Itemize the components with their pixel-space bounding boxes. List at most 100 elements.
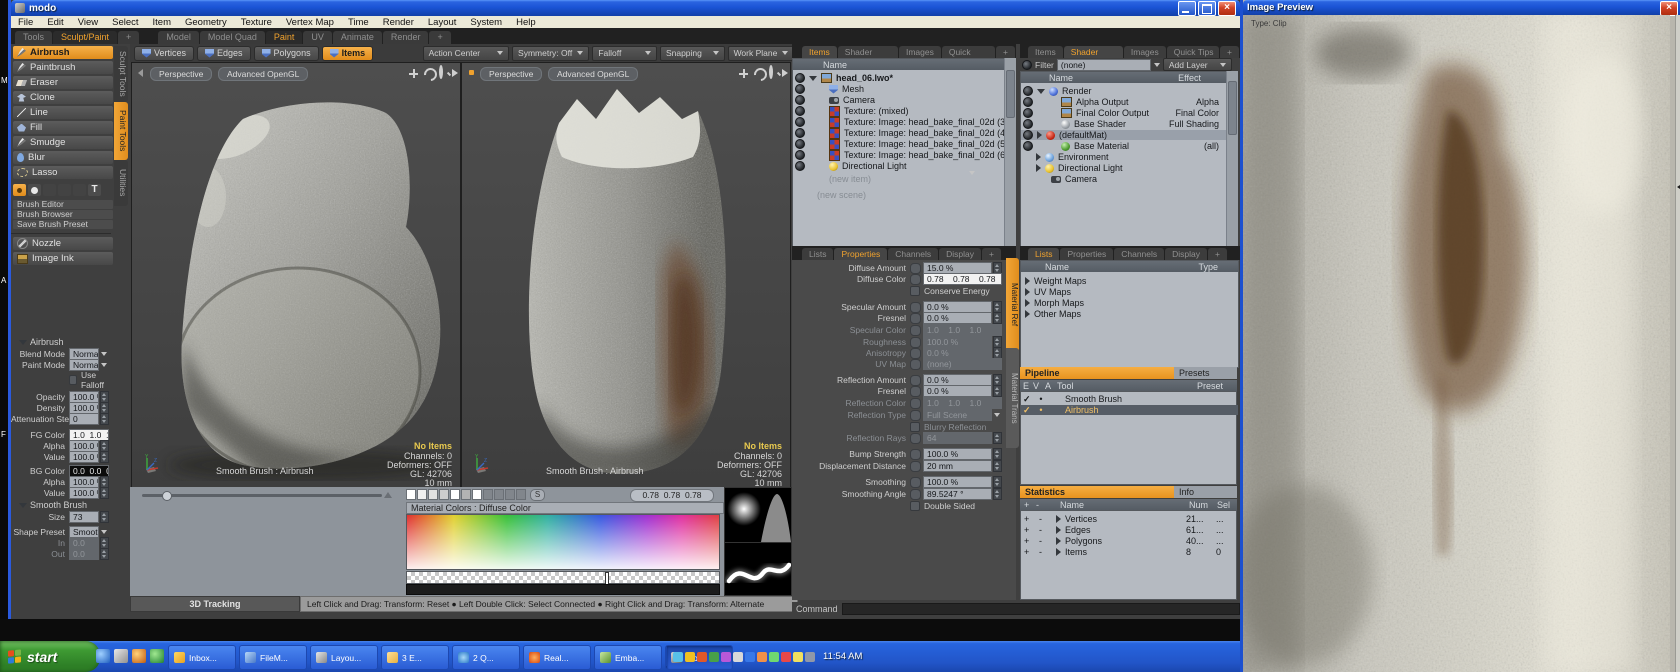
brush-browser-link[interactable]: Brush Browser xyxy=(13,210,113,219)
remove-from-selection[interactable]: - xyxy=(1039,514,1052,524)
smoothing-angle-field[interactable]: 89.5247 ° xyxy=(923,488,992,500)
visibility-eye-icon[interactable] xyxy=(1022,60,1032,70)
tab-add-panel[interactable]: + xyxy=(1208,248,1227,260)
brush-tip-soft[interactable] xyxy=(13,184,26,196)
channel-button[interactable] xyxy=(910,489,921,500)
brush-tip-star[interactable] xyxy=(58,184,71,196)
visibility-eye-icon[interactable] xyxy=(795,139,805,149)
pan-icon[interactable] xyxy=(408,68,419,79)
list-item[interactable]: Other Maps xyxy=(1034,309,1081,319)
info-header[interactable]: Info xyxy=(1174,486,1237,498)
remove-from-selection[interactable]: - xyxy=(1039,525,1052,535)
menu-system[interactable]: System xyxy=(463,17,509,28)
effect-value[interactable]: Alpha xyxy=(1196,97,1223,107)
color-swatch-empty[interactable] xyxy=(494,489,504,500)
expander-icon[interactable] xyxy=(1025,288,1030,296)
menu-layout[interactable]: Layout xyxy=(421,17,464,28)
pipeline-tool-selected[interactable]: Airbrush xyxy=(1065,405,1099,415)
effect-column-header[interactable]: Effect xyxy=(1178,73,1227,83)
name-column-header[interactable]: Name xyxy=(823,60,847,70)
spinner[interactable] xyxy=(993,385,1002,397)
taskbar-button-q[interactable]: 2 Q... xyxy=(452,645,520,670)
zoom-icon[interactable] xyxy=(769,65,773,79)
color-value-pill[interactable]: 0.78 0.78 0.78 xyxy=(630,489,714,502)
item-texture-5[interactable]: Texture: Image: head_bake_final_02d (5) xyxy=(844,139,1008,149)
expander-icon[interactable] xyxy=(1036,164,1041,172)
tab-render[interactable]: Render xyxy=(383,31,429,44)
tab-sculpt-paint[interactable]: Sculpt/Paint xyxy=(53,31,117,44)
tab-properties[interactable]: Properties xyxy=(1060,248,1113,260)
brush-size-slider[interactable] xyxy=(142,491,392,499)
menu-geometry[interactable]: Geometry xyxy=(178,17,234,28)
tab-lists[interactable]: Lists xyxy=(1028,248,1059,260)
tab-images[interactable]: Images xyxy=(1124,46,1166,58)
visibility-eye-icon[interactable] xyxy=(795,84,805,94)
collapse-icon[interactable] xyxy=(19,340,27,345)
tab-add-panel[interactable]: + xyxy=(1220,46,1239,58)
channel-button[interactable] xyxy=(910,461,921,472)
fresnel-field[interactable]: 0.0 % xyxy=(923,312,992,324)
tab-add-panel[interactable]: + xyxy=(982,248,1001,260)
tab-channels[interactable]: Channels xyxy=(888,248,938,260)
name-column-header[interactable]: Name xyxy=(1045,262,1069,272)
tab-paint[interactable]: Paint xyxy=(266,31,303,44)
visible-dot[interactable]: • xyxy=(1035,405,1047,415)
start-button[interactable]: start xyxy=(0,641,100,672)
expander-icon[interactable] xyxy=(1056,515,1061,523)
quick-launch-icon[interactable] xyxy=(96,649,110,663)
effect-value[interactable]: Full Shading xyxy=(1169,119,1223,129)
menu-render[interactable]: Render xyxy=(376,17,421,28)
close-button[interactable]: × xyxy=(1218,1,1236,16)
expander-icon[interactable] xyxy=(1025,277,1030,285)
bg-value-field[interactable]: 100.0 % xyxy=(69,487,99,499)
collapse-chevron-icon[interactable] xyxy=(969,175,975,185)
tab-add[interactable]: + xyxy=(118,31,139,44)
shader-row-selected[interactable]: (defaultMat) xyxy=(1059,130,1107,140)
channel-button[interactable] xyxy=(910,263,921,274)
pipeline-tool[interactable]: Smooth Brush xyxy=(1065,394,1122,404)
visibility-eye-icon[interactable] xyxy=(795,95,805,105)
shader-row[interactable]: Alpha Output xyxy=(1076,97,1129,107)
spinner[interactable] xyxy=(100,511,109,523)
viewport-shading-pill[interactable]: Advanced OpenGL xyxy=(218,67,308,81)
new-item-row[interactable]: (new item) xyxy=(829,174,871,184)
item-camera[interactable]: Camera xyxy=(843,95,875,105)
tab-shader-tree[interactable]: Shader Tree xyxy=(1064,46,1123,58)
tab-quick-tips[interactable]: Quick Tips xyxy=(1167,46,1219,58)
tray-icon[interactable] xyxy=(673,652,683,662)
add-to-selection[interactable]: + xyxy=(1024,536,1035,546)
viewport-mode-pill[interactable]: Perspective xyxy=(150,67,212,81)
visibility-eye-icon[interactable] xyxy=(795,106,805,116)
use-falloff-checkbox[interactable] xyxy=(69,375,77,385)
channel-button[interactable] xyxy=(910,313,921,324)
list-item[interactable]: UV Maps xyxy=(1034,287,1071,297)
stat-row[interactable]: Items xyxy=(1065,547,1087,557)
tab-uv[interactable]: UV xyxy=(303,31,332,44)
maximize-button[interactable] xyxy=(1198,1,1216,16)
spinner[interactable] xyxy=(993,488,1002,500)
color-swatch[interactable] xyxy=(472,489,482,500)
item-texture-3[interactable]: Texture: Image: head_bake_final_02d (3) xyxy=(844,117,1008,127)
pan-icon[interactable] xyxy=(738,68,749,79)
alpha-checker-slider[interactable] xyxy=(406,571,720,584)
tool-nozzle[interactable]: Nozzle xyxy=(13,237,113,250)
statistics-header[interactable]: Statistics xyxy=(1020,486,1174,498)
item-texture-mixed[interactable]: Texture: (mixed) xyxy=(844,106,909,116)
bump-strength-field[interactable]: 100.0 % xyxy=(923,448,992,460)
tool-eraser[interactable]: Eraser xyxy=(13,76,113,89)
menu-item[interactable]: Item xyxy=(146,17,178,28)
tray-icon[interactable] xyxy=(757,652,767,662)
tray-icon[interactable] xyxy=(745,652,755,662)
fresnel2-field[interactable]: 0.0 % xyxy=(923,385,992,397)
channel-button[interactable] xyxy=(910,302,921,313)
spinner[interactable] xyxy=(100,413,109,425)
type-column-header[interactable]: Type xyxy=(1198,262,1238,272)
visibility-eye-icon[interactable] xyxy=(795,150,805,160)
expander-icon[interactable] xyxy=(1056,537,1061,545)
items-button[interactable]: Items xyxy=(322,46,374,61)
presets-header[interactable]: Presets xyxy=(1174,367,1237,379)
new-scene-row[interactable]: (new scene) xyxy=(817,190,866,200)
edges-button[interactable]: Edges xyxy=(197,46,251,61)
expander-icon[interactable] xyxy=(1037,131,1042,139)
visibility-eye-icon[interactable] xyxy=(1023,119,1033,129)
